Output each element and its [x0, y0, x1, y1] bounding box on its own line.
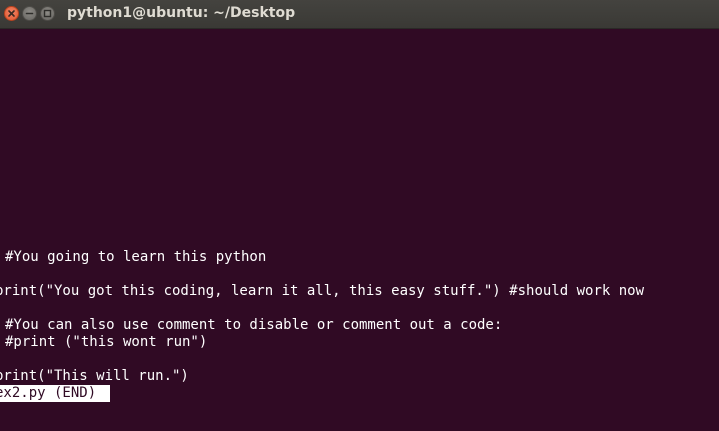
terminal-line: #print ("this wont run"): [5, 334, 208, 350]
minimize-icon[interactable]: [22, 6, 37, 21]
pager-status: ex2.py (END): [0, 385, 111, 402]
title-bar[interactable]: python1@ubuntu: ~/Desktop: [0, 0, 719, 29]
terminal-output[interactable]: #You going to learn this python print("Y…: [0, 29, 719, 431]
terminal-window: python1@ubuntu: ~/Desktop #You going to …: [0, 0, 719, 431]
terminal-line: #You can also use comment to disable or …: [5, 317, 503, 333]
maximize-icon[interactable]: [40, 6, 55, 21]
close-icon[interactable]: [4, 6, 19, 21]
window-title: python1@ubuntu: ~/Desktop: [67, 5, 296, 21]
terminal-line: print("This will run."): [0, 368, 189, 384]
terminal-line: #You going to learn this python: [5, 249, 267, 265]
terminal-line: print("You got this coding, learn it all…: [0, 283, 645, 299]
